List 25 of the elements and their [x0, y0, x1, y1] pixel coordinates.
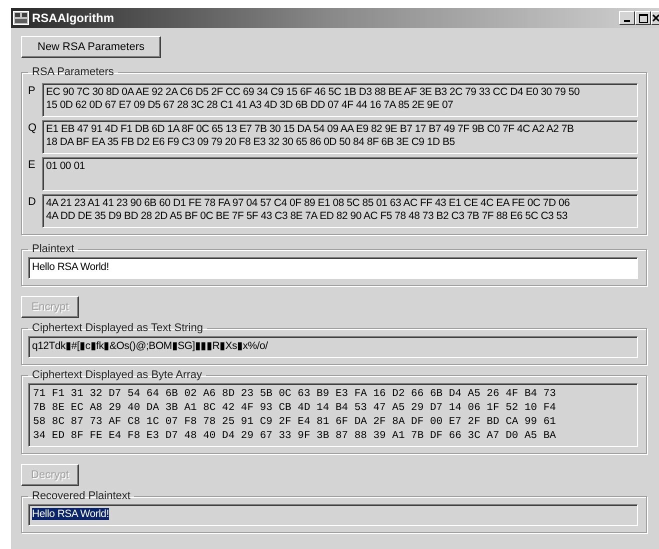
close-icon	[652, 14, 659, 22]
maximize-button[interactable]	[635, 11, 651, 25]
close-button[interactable]	[651, 11, 659, 25]
text-field[interactable]: Hello RSA World!	[28, 504, 638, 526]
group-label: Recovered Plaintext	[31, 490, 132, 502]
group-label: Plaintext	[31, 243, 76, 255]
byte-array-field[interactable]: 71 F1 31 32 D7 54 64 6B 02 A6 8D 23 5B 0C 63 B9 E3 FA 16 D2 66 6B D4 A5 26 4F B4 73 7B 8E EC A8 29 40 DA 3B A1 8C 42 4F 93 CB 4D 14 B4 53 47 A5 29 D7 14 06 1F 52 10 F4 58 8C 87 73 AF C8 1C 07 F8 78 25 91 C9 2F E4 81 6F DA 2F 8A DF 00 E7 2F BD CA 99 61 34 ED 8F FE E4 F8 E3 D7 48 40 D4 29 67 33 9F 3B 87 88 39 A1 7B DF 66 3C A7 D0 A5 BA	[28, 383, 638, 447]
minimize-button[interactable]	[619, 11, 635, 25]
app-icon	[13, 11, 29, 25]
group-label: Ciphertext Displayed as Text String	[31, 322, 204, 334]
group-label: Ciphertext Displayed as Byte Array	[31, 369, 203, 381]
window-title: RSAAlgorithm	[32, 11, 115, 25]
group-label: RSA Parameters	[31, 66, 115, 78]
parameter-label: D	[28, 195, 37, 210]
hex-field[interactable]: E1 EB 47 91 4D F1 DB 6D 1A 8F 0C 65 13 E7 7B 30 15 DA 54 09 AA E9 82 9E B7 17 B7 49 7F 9B C0 7F 4C A2 A2 7B 18 DA BF EA 35 FB D2 E6 F9 C3 09 79 20 F8 E3 32 30 65 86 0D 50 84 8F 6B 3E C9 1D B5	[42, 120, 638, 154]
new-parameters-button[interactable]: New RSA Parameters	[21, 36, 161, 58]
parameter-label: Q	[28, 121, 38, 136]
parameter-label: E	[28, 158, 36, 173]
hex-field[interactable]: EC 90 7C 30 8D 0A AE 92 2A C6 D5 2F CC 69 34 C9 15 6F 46 5C 1B D3 88 BE AF 3E B3 2C 79 33 CC D4 E0 30 79 50 15 0D 62 0D 67 E7 09 D5 67 28 3C 28 C1 41 A3 4D 3D 6B DD 07 4F 44 16 7A 85 2E 9E 07	[42, 83, 638, 117]
text-field[interactable]: q12Tdk▮#[▮c▮fk▮&Os()@;BOM▮SG]▮▮▮R▮Xs▮x%/o/	[28, 336, 638, 358]
parameter-label: P	[28, 84, 36, 99]
hex-field[interactable]: 4A 21 23 A1 41 23 90 6B 60 D1 FE 78 FA 97 04 57 C4 0F 89 E1 08 5C 85 01 63 AC FF 43 E1 CE 4C EA FE 0C 7D 06 4A DD DE 35 D9 BD 28 2D A5 BF 0C BE 7F 5F 43 C3 8E 7A ED 82 90 AC F5 78 48 73 B2 C3 7B 7F 88 E6 5C C3 53	[42, 194, 638, 228]
text-field[interactable]: Hello RSA World!	[28, 257, 638, 279]
hex-field[interactable]: 01 00 01	[42, 157, 638, 191]
maximize-icon	[638, 14, 648, 22]
